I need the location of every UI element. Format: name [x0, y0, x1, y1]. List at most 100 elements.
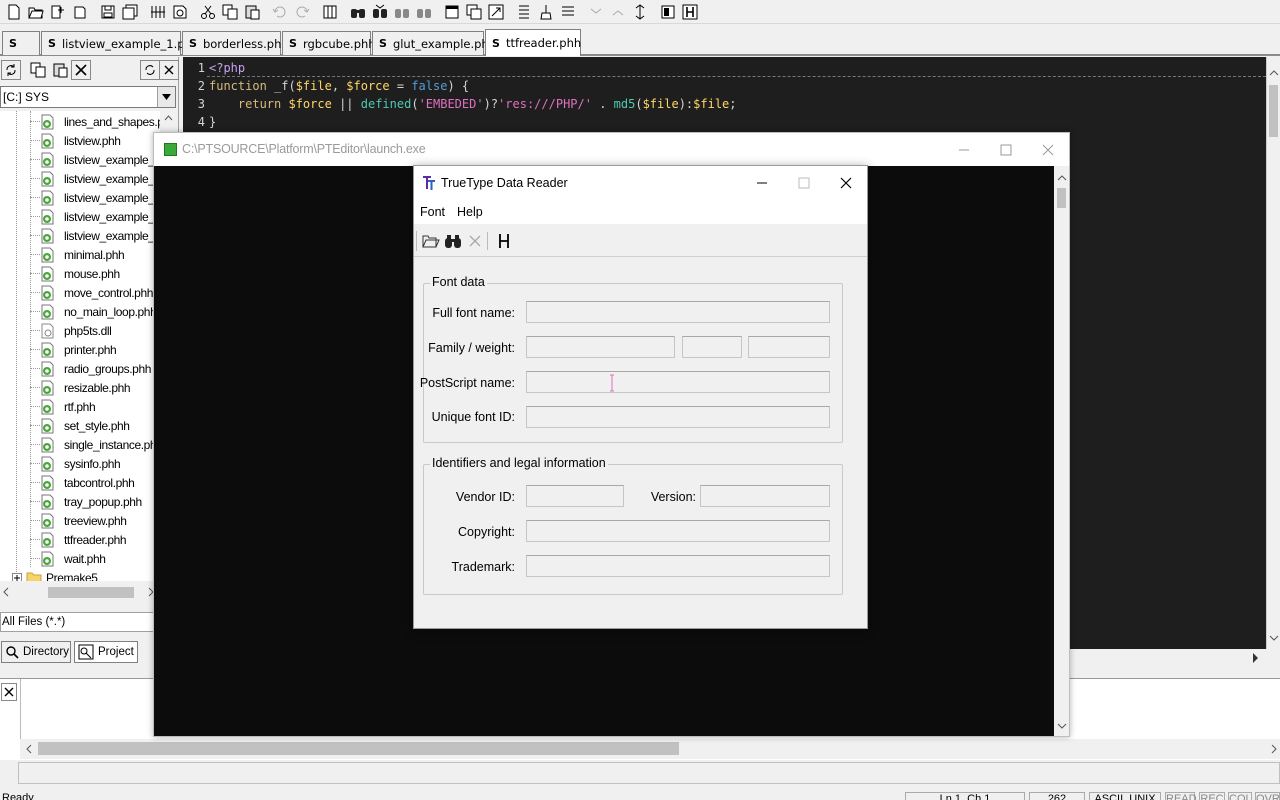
file-tree-item[interactable]: tabcontrol.phh — [40, 473, 135, 492]
find-next-icon[interactable] — [370, 2, 390, 22]
goto-icon[interactable] — [630, 2, 650, 22]
family-field[interactable] — [526, 336, 675, 358]
menu-font[interactable]: Font — [414, 205, 451, 219]
full-font-name-field[interactable] — [526, 301, 830, 323]
output-hscrollbar[interactable] — [20, 739, 1280, 759]
copy-icon[interactable] — [220, 2, 240, 22]
file-tree-item[interactable]: printer.phh — [40, 340, 117, 359]
file-tree-item[interactable]: resizable.phh — [40, 378, 131, 397]
file-tree-item[interactable]: single_instance.phh — [40, 435, 160, 454]
help-h-icon[interactable] — [680, 2, 700, 22]
style-field[interactable] — [748, 336, 830, 358]
menu-help[interactable]: Help — [451, 205, 489, 219]
file-tree-item[interactable]: minimal.phh — [40, 245, 125, 264]
minimize-icon[interactable] — [954, 140, 974, 160]
file-tree-item[interactable]: tray_popup.phh — [40, 492, 142, 511]
version-field[interactable] — [700, 485, 830, 507]
weight-field[interactable] — [682, 336, 742, 358]
file-tree-item[interactable]: ttfreader.phh — [40, 530, 127, 549]
close-icon[interactable] — [1038, 140, 1058, 160]
open-folder-icon[interactable] — [421, 231, 441, 251]
file-tree-item[interactable]: move_control.phh — [40, 283, 153, 302]
run-icon[interactable] — [486, 2, 506, 22]
file-tree-item[interactable]: sysinfo.phh — [40, 454, 121, 473]
print-preview-icon[interactable] — [170, 2, 190, 22]
trademark-field[interactable] — [526, 555, 830, 577]
refresh-icon[interactable] — [1, 60, 21, 80]
editor-vscroll-thumb[interactable] — [1269, 85, 1278, 137]
chevron-down-icon[interactable] — [157, 87, 175, 107]
redo-icon[interactable] — [292, 2, 312, 22]
vendor-id-field[interactable] — [526, 485, 624, 507]
tab-ttfreader[interactable]: Sttfreader.phh — [485, 29, 581, 56]
tab-project[interactable]: Project — [74, 641, 138, 663]
file-tree-item[interactable]: listview.phh — [40, 131, 121, 150]
sort-icon[interactable] — [514, 2, 534, 22]
expand-icon[interactable] — [608, 2, 628, 22]
file-tree-item[interactable]: listview_example_3. — [40, 188, 160, 207]
new-file-icon[interactable] — [4, 2, 24, 22]
cut-icon[interactable] — [198, 2, 218, 22]
tree-horizontal-scrollbar[interactable] — [0, 584, 160, 601]
file-tree-item[interactable]: rtf.phh — [40, 397, 96, 416]
file-tree-item[interactable]: set_style.phh — [40, 416, 130, 435]
reopen-icon[interactable] — [48, 2, 68, 22]
compare-icon[interactable] — [148, 2, 168, 22]
file-tree-item[interactable]: lines_and_shapes.ph — [40, 112, 160, 131]
sync-icon[interactable] — [140, 60, 160, 80]
tab-0[interactable]: S — [2, 31, 40, 55]
file-tree-item[interactable]: mouse.phh — [40, 264, 120, 283]
binoculars-icon[interactable] — [443, 231, 463, 251]
tab-listview-example-1[interactable]: Slistview_example_1.phh — [41, 31, 199, 55]
close-output-icon[interactable] — [1, 683, 17, 701]
file-tree-item[interactable]: radio_groups.phh — [40, 359, 151, 378]
file-tree-item[interactable]: wait.phh — [40, 549, 106, 568]
maximize-icon[interactable] — [996, 140, 1016, 160]
replace-icon[interactable] — [414, 2, 434, 22]
brush-icon[interactable] — [536, 2, 556, 22]
close-icon[interactable] — [836, 173, 856, 193]
console-vscroll-thumb[interactable] — [1057, 188, 1066, 208]
console-vertical-scrollbar[interactable] — [1054, 166, 1069, 736]
tab-directory[interactable]: Directory — [1, 641, 71, 663]
find-icon[interactable] — [348, 2, 368, 22]
command-bar[interactable] — [18, 762, 1280, 784]
file-tree-item[interactable]: listview_example_4. — [40, 207, 160, 226]
window-icon[interactable] — [442, 2, 462, 22]
tree-hscroll-thumb[interactable] — [48, 587, 134, 598]
collapse-icon[interactable] — [586, 2, 606, 22]
dialog-titlebar[interactable]: TrueType Data Reader — [414, 166, 867, 200]
minimize-icon[interactable] — [752, 173, 772, 193]
file-tree-item[interactable]: listview_example_2. — [40, 169, 160, 188]
delete-files-icon[interactable] — [71, 60, 91, 80]
tab-rgbcube[interactable]: Srgbcube.phh — [282, 31, 376, 55]
file-tree-folder[interactable]: Premake5 — [12, 568, 98, 581]
file-tree-item[interactable]: treeview.phh — [40, 511, 127, 530]
tab-glut-example[interactable]: Sglut_example.phh — [372, 31, 496, 55]
tab-borderless[interactable]: Sborderless.phh — [182, 31, 289, 55]
editor-vertical-scrollbar[interactable] — [1266, 57, 1280, 649]
output-hscroll-thumb[interactable] — [38, 742, 679, 755]
copyright-field[interactable] — [526, 520, 830, 542]
list-icon[interactable] — [558, 2, 578, 22]
unique-font-id-field[interactable] — [526, 406, 830, 428]
paste-files-icon[interactable] — [50, 60, 70, 80]
copy-files-icon[interactable] — [28, 60, 48, 80]
columns-icon[interactable] — [320, 2, 340, 22]
paste-icon[interactable] — [242, 2, 262, 22]
file-tree-item[interactable]: php5ts.dll — [40, 321, 112, 340]
save-icon[interactable] — [98, 2, 118, 22]
file-filter[interactable]: All Files (*.*) — [0, 612, 155, 632]
file-tree-item[interactable]: no_main_loop.phh — [40, 302, 157, 321]
help-h-icon[interactable] — [494, 231, 514, 251]
file-tree-item[interactable]: listview_example_4. — [40, 226, 160, 245]
save-all-icon[interactable] — [120, 2, 140, 22]
find-prev-icon[interactable] — [392, 2, 412, 22]
undo-icon[interactable] — [270, 2, 290, 22]
windows-icon[interactable] — [464, 2, 484, 22]
console-titlebar[interactable]: C:\PTSOURCE\Platform\PTEditor\launch.exe — [154, 133, 1069, 166]
template-icon[interactable] — [70, 2, 90, 22]
close-panel-icon[interactable] — [159, 60, 179, 80]
panel-icon[interactable] — [658, 2, 678, 22]
postscript-name-field[interactable] — [526, 371, 830, 393]
